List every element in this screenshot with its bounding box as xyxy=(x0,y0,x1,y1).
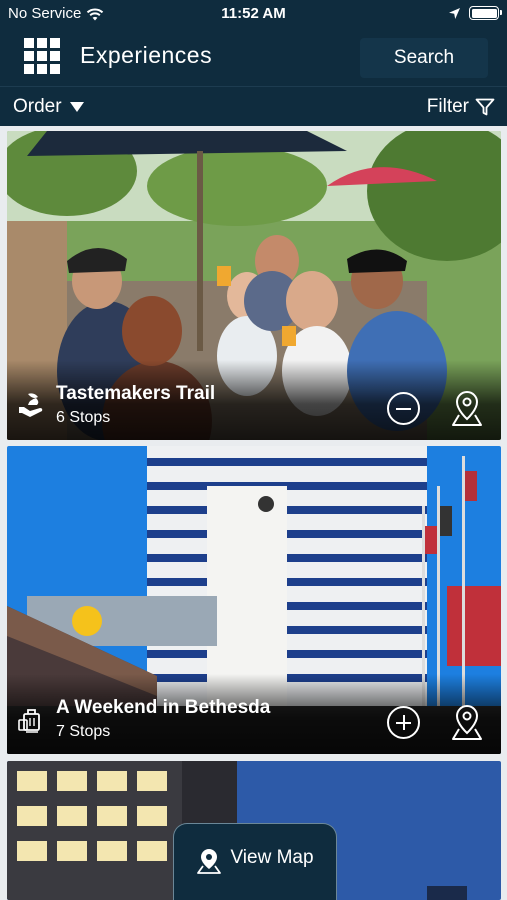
map-pin-icon[interactable] xyxy=(450,703,484,743)
clock: 11:52 AM xyxy=(221,5,286,22)
view-map-label: View Map xyxy=(230,847,314,868)
location-arrow-icon xyxy=(449,7,460,19)
header: Experiences Search xyxy=(0,30,507,84)
top-bar: No Service 11:52 AM Experiences Search O… xyxy=(0,0,507,126)
menu-grid-icon[interactable] xyxy=(24,38,60,74)
battery-icon xyxy=(469,6,502,20)
order-label: Order xyxy=(13,96,62,117)
experience-card[interactable]: Tastemakers Trail 6 Stops xyxy=(7,131,501,440)
filter-button[interactable]: Filter xyxy=(427,96,495,118)
map-pin-icon[interactable] xyxy=(450,389,484,429)
page-title: Experiences xyxy=(80,42,213,68)
filter-label: Filter xyxy=(426,96,469,117)
luggage-icon xyxy=(18,709,40,733)
order-dropdown[interactable]: Order xyxy=(13,96,84,118)
remove-button[interactable] xyxy=(387,392,420,425)
card-title: A Weekend in Bethesda xyxy=(56,697,271,718)
card-stops-count: 7 Stops xyxy=(56,723,111,740)
minus-icon xyxy=(396,407,411,410)
search-button[interactable]: Search xyxy=(360,38,488,78)
sort-filter-bar: Order Filter xyxy=(0,86,507,126)
experience-card[interactable]: A Weekend in Bethesda 7 Stops xyxy=(7,446,501,754)
view-map-button[interactable]: View Map xyxy=(173,823,337,900)
card-stops-count: 6 Stops xyxy=(56,409,111,426)
card-title: Tastemakers Trail xyxy=(56,383,216,404)
map-pin-icon xyxy=(197,849,222,874)
caret-down-icon xyxy=(69,102,84,112)
hand-plate-icon xyxy=(19,393,43,417)
status-bar: No Service 11:52 AM xyxy=(0,0,507,28)
funnel-icon xyxy=(475,98,495,116)
add-button[interactable] xyxy=(387,706,420,739)
